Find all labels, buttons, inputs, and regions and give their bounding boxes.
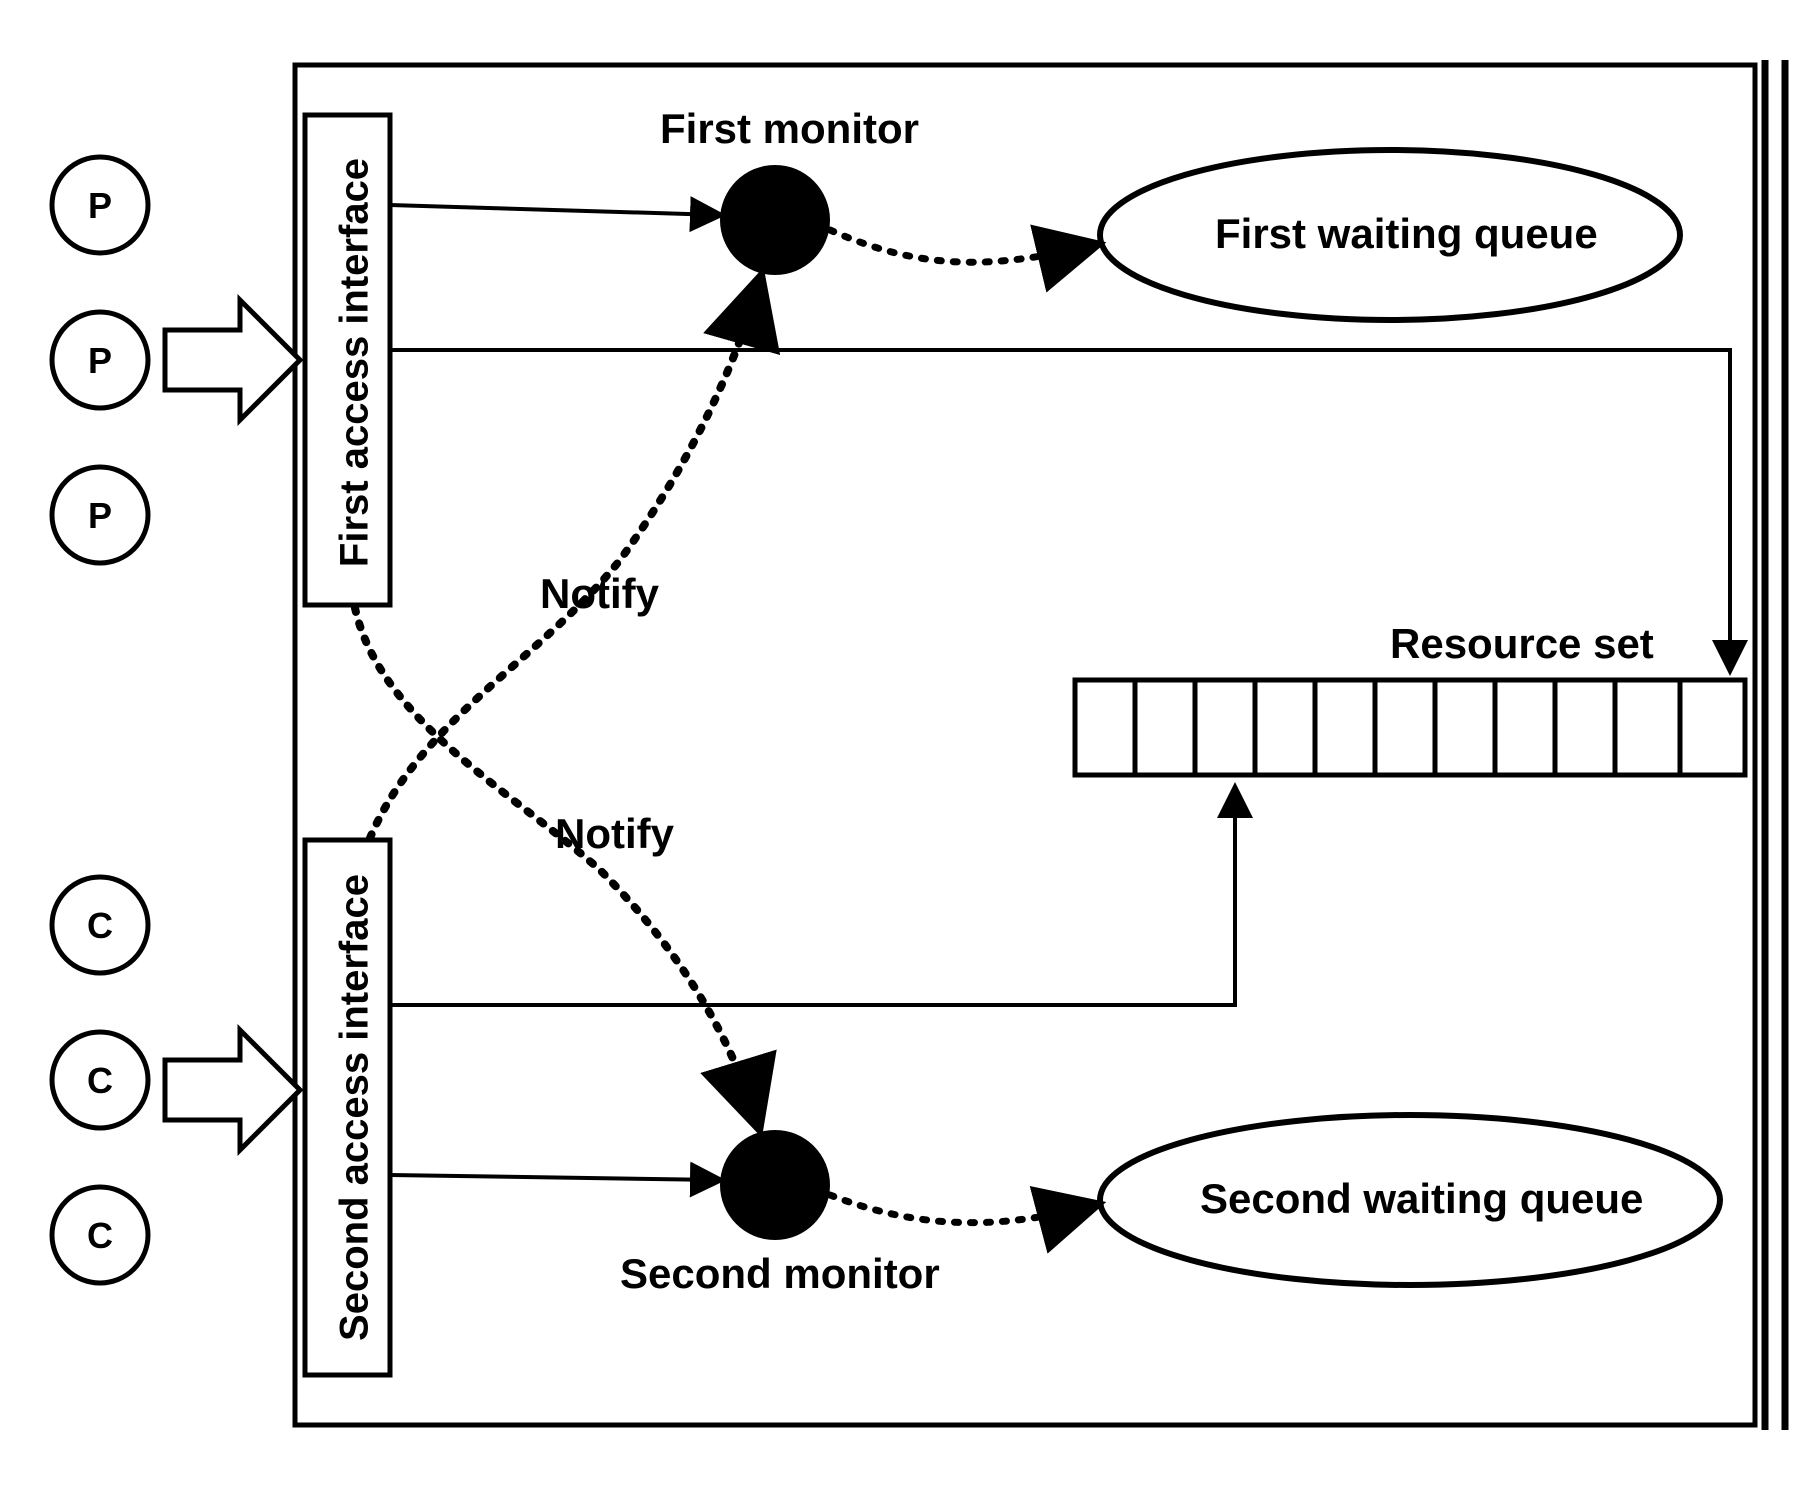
first-waiting-queue-label: First waiting queue [1215,210,1598,258]
diagram-root: P P P C C C First access interface Secon… [0,0,1800,1495]
arrow-second-to-resource [390,788,1235,1005]
resource-set [1075,680,1745,775]
resource-set-label: Resource set [1390,620,1654,668]
second-waiting-queue-label: Second waiting queue [1200,1175,1643,1223]
producer-label: P [88,340,112,382]
arrow-second-to-monitor [390,1175,720,1180]
dotted-notify-first-to-second [355,608,758,1125]
dotted-second-monitor-to-queue [830,1195,1095,1223]
notify-label-lower: Notify [555,810,674,858]
second-access-interface-label: Second access interface [333,873,378,1343]
producer-label: P [88,495,112,537]
consumer-arrow-icon [165,1030,300,1150]
first-monitor-icon [720,165,830,275]
second-monitor-label: Second monitor [620,1250,940,1298]
arrow-first-to-monitor [390,205,720,215]
consumer-label: C [87,1215,113,1257]
first-monitor-label: First monitor [660,105,919,153]
producer-label: P [88,185,112,227]
second-monitor-icon [720,1130,830,1240]
notify-label-upper: Notify [540,570,659,618]
first-access-interface-label: First access interface [333,153,378,573]
dotted-first-monitor-to-queue [830,230,1095,262]
consumer-label: C [87,905,113,947]
producer-arrow-icon [165,300,300,420]
consumer-label: C [87,1060,113,1102]
dotted-notify-second-to-first [370,280,760,838]
